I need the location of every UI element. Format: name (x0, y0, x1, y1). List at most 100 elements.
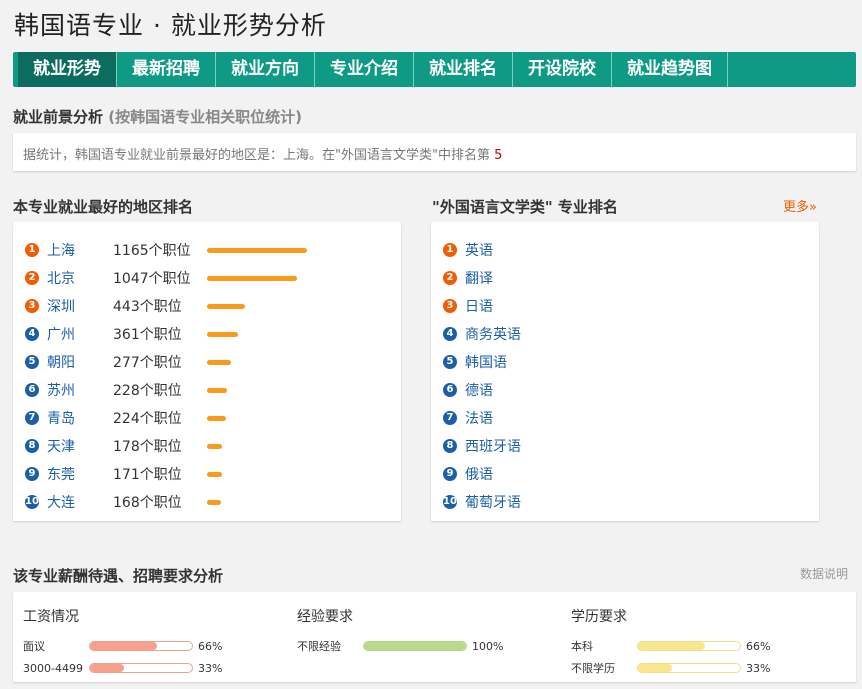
nav-tab-2[interactable]: 最新招聘 (117, 52, 216, 87)
stat-label: 不限学历 (571, 662, 615, 675)
region-link[interactable]: 青岛 (47, 408, 113, 428)
region-link[interactable]: 深圳 (47, 296, 113, 316)
column-heading: 学历要求 (571, 609, 627, 625)
stat-bar-fill (90, 642, 158, 650)
nav-tab-4[interactable]: 专业介绍 (315, 52, 414, 87)
stat-row: 不限经验 100% (297, 635, 537, 657)
stat-percent: 33% (746, 661, 771, 675)
job-count: 171个职位 (113, 467, 182, 483)
region-link[interactable]: 上海 (47, 240, 113, 260)
data-note-link[interactable]: 数据说明 (800, 565, 848, 582)
rank-badge: 1 (443, 243, 457, 257)
job-count: 443个职位 (113, 299, 182, 315)
job-count: 168个职位 (113, 495, 182, 511)
nav-tab-6[interactable]: 开设院校 (513, 52, 612, 87)
job-count-bar (207, 443, 222, 449)
column-heading: 经验要求 (297, 609, 353, 625)
job-count-bar (207, 247, 307, 253)
rank-badge: 10 (443, 495, 457, 509)
stat-bar (89, 641, 193, 651)
major-row: 5 韩国语 (443, 348, 819, 376)
rank-badge: 4 (443, 327, 457, 341)
job-count-bar (207, 331, 238, 337)
rank-badge: 3 (443, 299, 457, 313)
region-ranking-card: 1 上海 1165个职位 2 北京 1047个职位 3 深圳 443个职位 4 广州 361个职位 5 朝… (13, 222, 401, 521)
region-row: 3 深圳 443个职位 (25, 292, 401, 320)
major-row: 9 俄语 (443, 460, 819, 488)
region-link[interactable]: 苏州 (47, 380, 113, 400)
stat-bar (363, 641, 467, 651)
stat-bar-fill (638, 642, 706, 650)
stat-percent: 33% (198, 661, 223, 675)
job-count: 277个职位 (113, 355, 182, 371)
region-row: 5 朝阳 277个职位 (25, 348, 401, 376)
major-row: 3 日语 (443, 292, 819, 320)
stat-label: 3000-4499 (23, 661, 83, 675)
stat-label: 本科 (571, 640, 593, 653)
region-row: 1 上海 1165个职位 (25, 236, 401, 264)
stat-bar-fill (364, 642, 466, 650)
rank-badge: 6 (25, 383, 39, 397)
main-nav: 就业形势 最新招聘 就业方向 专业介绍 就业排名 开设院校 就业趋势图 (13, 52, 856, 87)
rank-badge: 2 (443, 271, 457, 285)
stat-bar (637, 641, 741, 651)
job-count-bar (207, 359, 231, 365)
stat-label: 面议 (23, 640, 45, 653)
major-ranking-title: "外国语言文学类" 专业排名 (432, 198, 618, 216)
major-link[interactable]: 商务英语 (465, 324, 521, 344)
region-link[interactable]: 大连 (47, 492, 113, 512)
region-link[interactable]: 北京 (47, 268, 113, 288)
major-link[interactable]: 俄语 (465, 464, 493, 484)
region-row: 4 广州 361个职位 (25, 320, 401, 348)
salary-title: 该专业薪酬待遇、招聘要求分析 (13, 567, 224, 585)
major-link[interactable]: 韩国语 (465, 352, 507, 372)
job-count-bar (207, 387, 227, 393)
major-link[interactable]: 英语 (465, 240, 493, 260)
rank-badge: 7 (443, 411, 457, 425)
more-link[interactable]: 更多» (783, 196, 817, 215)
major-row: 8 西班牙语 (443, 432, 819, 460)
outlook-title: 就业前景分析 (13, 108, 104, 126)
stat-percent: 100% (472, 639, 504, 653)
salary-card: 工资情况 面议 66% 3000-4499 33% 经验要求 不限经验 100% 学历要求 本科 6… (13, 592, 856, 682)
rank-badge: 9 (443, 467, 457, 481)
stat-bar (637, 663, 741, 673)
major-link[interactable]: 日语 (465, 296, 493, 316)
job-count-bar (207, 499, 221, 505)
nav-tab-3[interactable]: 就业方向 (216, 52, 315, 87)
rank-badge: 7 (25, 411, 39, 425)
rank-badge: 5 (25, 355, 39, 369)
rank-badge: 6 (443, 383, 457, 397)
major-row: 6 德语 (443, 376, 819, 404)
rank-badge: 9 (25, 467, 39, 481)
major-link[interactable]: 葡萄牙语 (465, 492, 521, 512)
stat-row: 3000-4499 33% (23, 657, 263, 679)
region-row: 10 大连 168个职位 (25, 488, 401, 516)
region-link[interactable]: 广州 (47, 324, 113, 344)
job-count: 1165个职位 (113, 243, 191, 259)
nav-tab-5[interactable]: 就业排名 (414, 52, 513, 87)
nav-tab-1[interactable]: 就业形势 (18, 52, 117, 87)
nav-tab-7[interactable]: 就业趋势图 (612, 52, 728, 87)
job-count-bar (207, 303, 245, 309)
region-link[interactable]: 朝阳 (47, 352, 113, 372)
rank-badge: 8 (443, 439, 457, 453)
major-link[interactable]: 德语 (465, 380, 493, 400)
major-row: 1 英语 (443, 236, 819, 264)
stat-label: 不限经验 (297, 640, 341, 653)
region-link[interactable]: 东莞 (47, 464, 113, 484)
salary-column-3: 学历要求 本科 66% 不限学历 33% (571, 606, 811, 679)
major-link[interactable]: 法语 (465, 408, 493, 428)
major-link[interactable]: 西班牙语 (465, 436, 521, 456)
rank-badge: 4 (25, 327, 39, 341)
outlook-subtitle: (按韩国语专业相关职位统计) (108, 108, 302, 126)
job-count: 224个职位 (113, 411, 182, 427)
stat-row: 面议 66% (23, 635, 263, 657)
region-link[interactable]: 天津 (47, 436, 113, 456)
page-title: 韩国语专业 · 就业形势分析 (14, 11, 327, 40)
region-row: 2 北京 1047个职位 (25, 264, 401, 292)
major-link[interactable]: 翻译 (465, 268, 493, 288)
job-count: 361个职位 (113, 327, 182, 343)
region-row: 8 天津 178个职位 (25, 432, 401, 460)
job-count: 178个职位 (113, 439, 182, 455)
